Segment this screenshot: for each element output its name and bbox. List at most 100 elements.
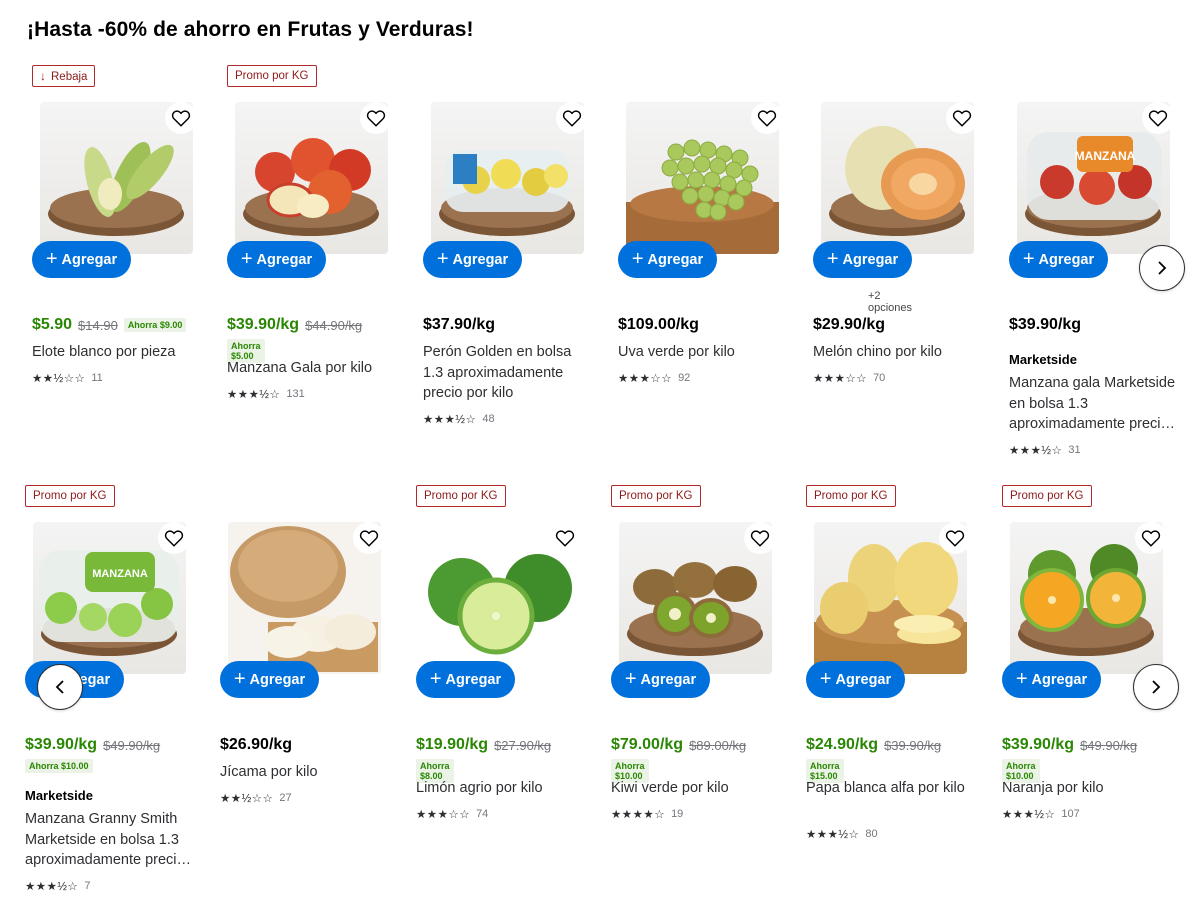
- rating-count: 70: [873, 371, 886, 384]
- old-price: $27.90/kg: [494, 737, 552, 753]
- product-name[interactable]: Kiwi verde por kilo: [611, 778, 781, 799]
- rating-count: 107: [1061, 807, 1080, 820]
- product-name[interactable]: Elote blanco por pieza: [32, 342, 202, 363]
- promo-badge: Promo por KG: [806, 485, 896, 507]
- price-line: $79.00/kg $89.00/kg: [611, 736, 746, 754]
- product-name[interactable]: Manzana gala Marketside en bolsa 1.3 apr…: [1009, 373, 1179, 435]
- carousel-next-button-2[interactable]: [1133, 664, 1179, 710]
- current-price: $39.90/kg: [25, 736, 98, 753]
- brand-label: Marketside: [1009, 352, 1077, 367]
- rating-stars-icon: ★★★☆☆: [618, 372, 673, 385]
- old-price: $14.90: [78, 317, 118, 333]
- price-line: $29.90/kg: [813, 316, 885, 334]
- old-price: $39.90/kg: [884, 737, 942, 753]
- product-name[interactable]: Jícama por kilo: [220, 762, 390, 783]
- product-name[interactable]: Manzana Granny Smith Marketside en bolsa…: [25, 809, 195, 871]
- favorite-button[interactable]: [158, 522, 190, 554]
- savings-tag: Ahorra $10.00: [25, 759, 93, 773]
- product-name[interactable]: Perón Golden en bolsa 1.3 aproximadament…: [423, 342, 593, 404]
- price-line: $39.90/kg $49.90/kg: [25, 736, 160, 754]
- rating-count: 48: [482, 412, 495, 425]
- carousel-prev-button[interactable]: [37, 664, 83, 710]
- add-to-cart-button[interactable]: +Agregar: [1009, 241, 1108, 278]
- add-button-label: Agregar: [61, 251, 118, 268]
- heart-icon: [359, 530, 379, 547]
- favorite-button[interactable]: [744, 522, 776, 554]
- promo-badge: Promo por KG: [1002, 485, 1092, 507]
- heart-icon: [555, 530, 575, 547]
- plus-icon: +: [233, 667, 246, 690]
- options-link[interactable]: +2 opciones: [868, 290, 912, 314]
- favorite-button[interactable]: [165, 102, 197, 134]
- current-price: $5.90: [32, 316, 73, 333]
- heart-icon: [1148, 110, 1168, 127]
- favorite-button[interactable]: [353, 522, 385, 554]
- price-line: $26.90/kg: [220, 736, 292, 754]
- rating-stars-icon: ★★★½☆: [25, 880, 79, 893]
- rating-stars-icon: ★★★½☆: [1002, 808, 1056, 821]
- favorite-button[interactable]: [1142, 102, 1174, 134]
- heart-icon: [945, 530, 965, 547]
- current-price: $26.90/kg: [220, 736, 293, 753]
- add-to-cart-button[interactable]: +Agregar: [32, 241, 131, 278]
- page-title: ¡Hasta -60% de ahorro en Frutas y Verdur…: [27, 18, 474, 41]
- product-name[interactable]: Naranja por kilo: [1002, 778, 1172, 799]
- svg-text:MANZANA: MANZANA: [1075, 149, 1136, 163]
- rating-count: 131: [286, 387, 305, 400]
- add-to-cart-button[interactable]: +Agregar: [220, 661, 319, 698]
- plus-icon: +: [631, 247, 644, 270]
- rating: ★★★½☆ 31: [1009, 443, 1081, 457]
- price-line: $37.90/kg: [423, 316, 495, 334]
- heart-icon: [171, 110, 191, 127]
- add-to-cart-button[interactable]: +Agregar: [227, 241, 326, 278]
- promo-badge-label: Promo por KG: [1010, 490, 1084, 502]
- price-line: $24.90/kg $39.90/kg: [806, 736, 941, 754]
- rating-count: 92: [678, 371, 691, 384]
- current-price: $39.90/kg: [1002, 736, 1075, 753]
- add-to-cart-button[interactable]: +Agregar: [1002, 661, 1101, 698]
- favorite-button[interactable]: [751, 102, 783, 134]
- plus-icon: +: [819, 667, 832, 690]
- price-line: $39.90/kg $49.90/kg: [1002, 736, 1137, 754]
- add-to-cart-button[interactable]: +Agregar: [618, 241, 717, 278]
- old-price: $49.90/kg: [103, 737, 161, 753]
- rating: ★★★☆☆ 92: [618, 371, 690, 385]
- rating: ★★★½☆ 7: [25, 879, 90, 893]
- favorite-button[interactable]: [946, 102, 978, 134]
- plus-icon: +: [1022, 247, 1035, 270]
- add-to-cart-button[interactable]: +Agregar: [423, 241, 522, 278]
- rating-stars-icon: ★★★½☆: [227, 388, 281, 401]
- favorite-button[interactable]: [549, 522, 581, 554]
- add-button-label: Agregar: [452, 251, 509, 268]
- add-button-label: Agregar: [835, 671, 892, 688]
- product-name[interactable]: Uva verde por kilo: [618, 342, 788, 363]
- promo-badge-label: Promo por KG: [814, 490, 888, 502]
- promo-badge-label: Promo por KG: [424, 490, 498, 502]
- price-line: $109.00/kg: [618, 316, 699, 334]
- favorite-button[interactable]: [1135, 522, 1167, 554]
- plus-icon: +: [1015, 667, 1028, 690]
- add-to-cart-button[interactable]: +Agregar: [806, 661, 905, 698]
- add-button-label: Agregar: [256, 251, 313, 268]
- price-line: $19.90/kg $27.90/kg: [416, 736, 551, 754]
- rating-count: 27: [279, 791, 292, 804]
- product-name[interactable]: Melón chino por kilo: [813, 342, 983, 363]
- favorite-button[interactable]: [556, 102, 588, 134]
- add-to-cart-button[interactable]: +Agregar: [611, 661, 710, 698]
- product-name[interactable]: Limón agrio por kilo: [416, 778, 586, 799]
- rating: ★★★½☆ 48: [423, 412, 495, 426]
- price-line: $39.90/kg $44.90/kg: [227, 316, 362, 334]
- product-name[interactable]: Manzana Gala por kilo: [227, 358, 397, 379]
- rating: ★★★☆☆ 74: [416, 807, 488, 821]
- brand-label: Marketside: [25, 788, 93, 803]
- product-name[interactable]: Papa blanca alfa por kilo: [806, 778, 976, 799]
- add-to-cart-button[interactable]: +Agregar: [813, 241, 912, 278]
- carousel-next-button[interactable]: [1139, 245, 1185, 291]
- heart-icon: [366, 110, 386, 127]
- rating: ★★★½☆ 107: [1002, 807, 1080, 821]
- rating-stars-icon: ★★★☆☆: [416, 808, 471, 821]
- favorite-button[interactable]: [360, 102, 392, 134]
- favorite-button[interactable]: [939, 522, 971, 554]
- rating: ★★½☆☆ 11: [32, 371, 103, 385]
- add-to-cart-button[interactable]: +Agregar: [416, 661, 515, 698]
